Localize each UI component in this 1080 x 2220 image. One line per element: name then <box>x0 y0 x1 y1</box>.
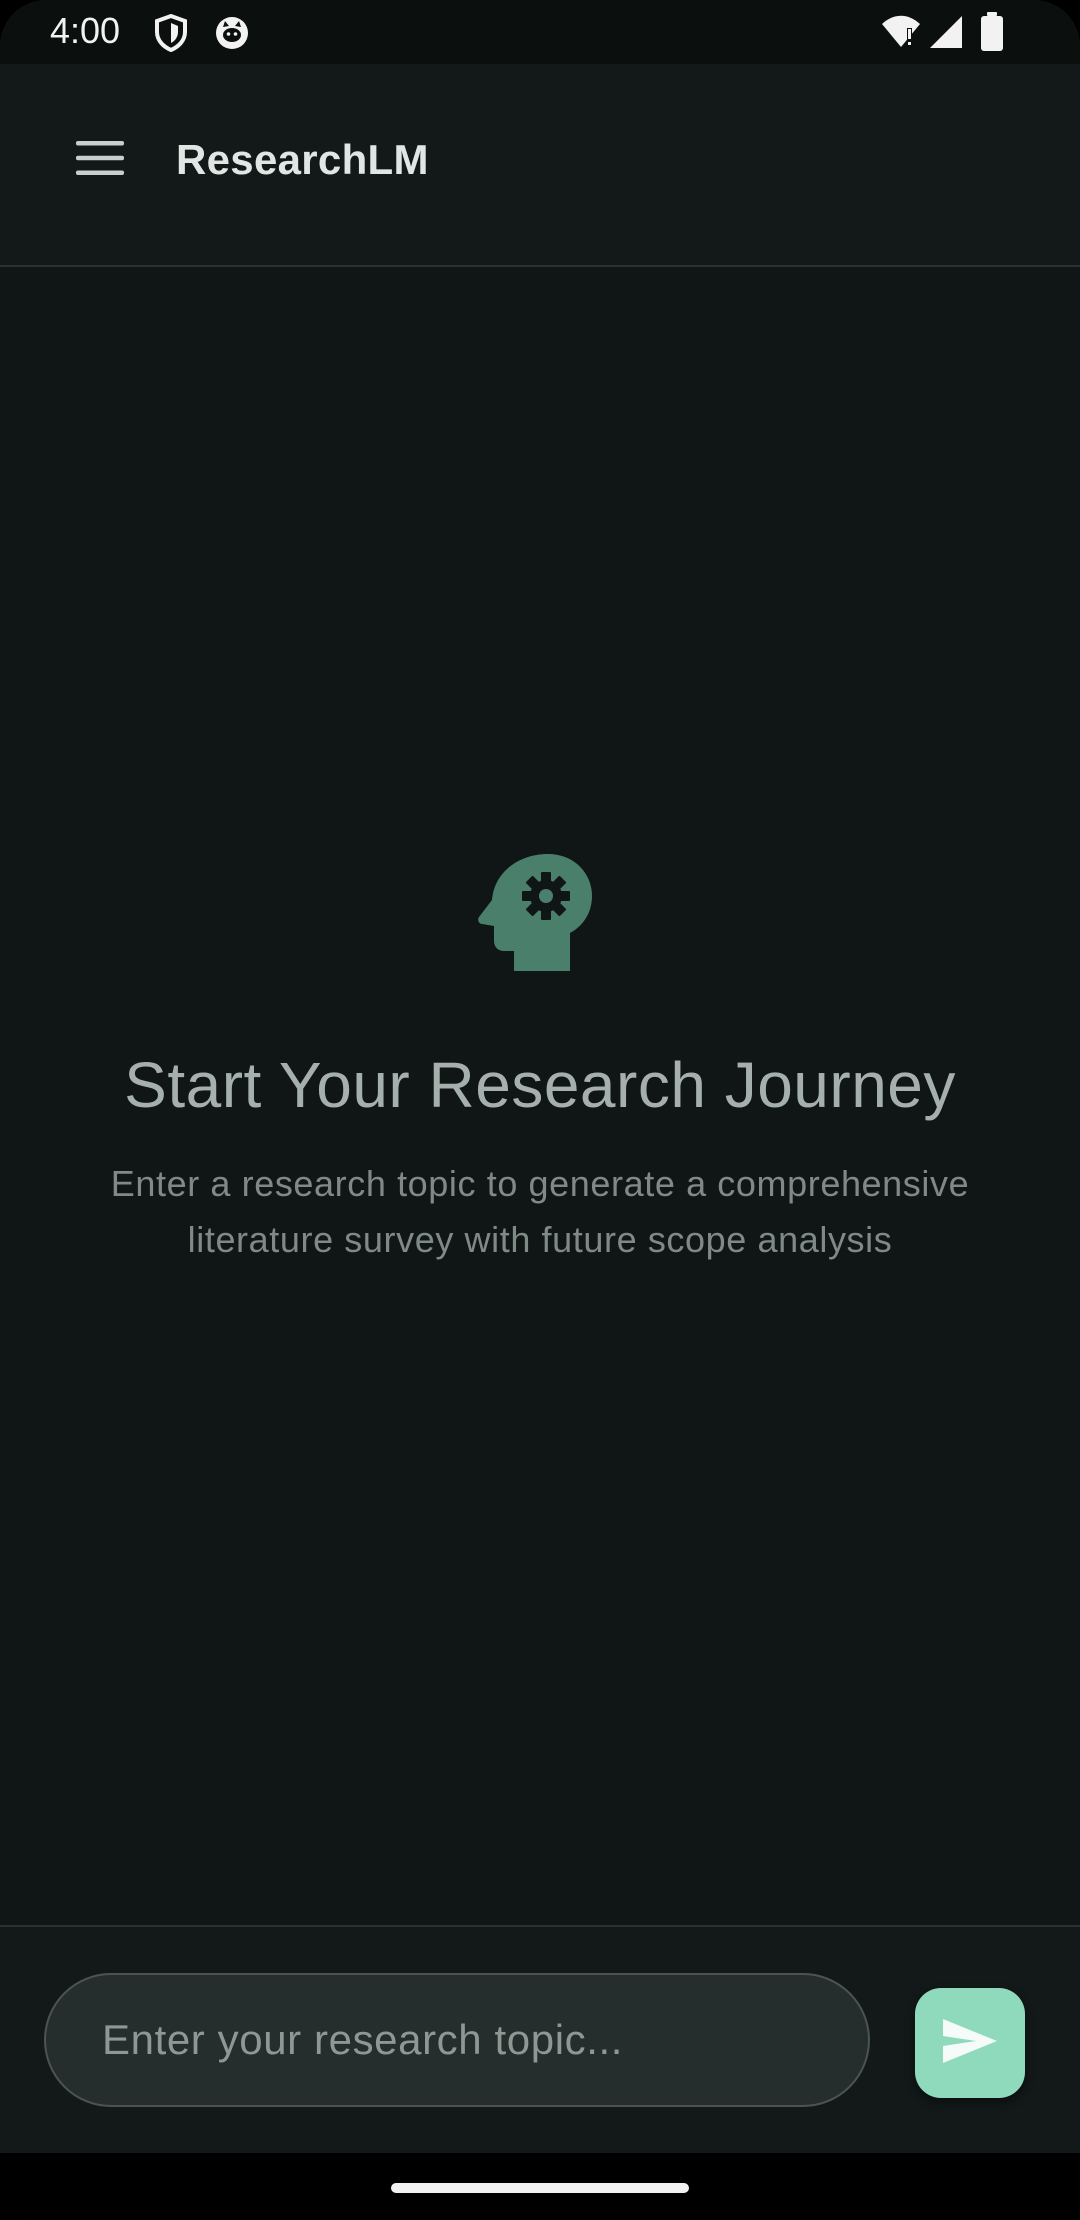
top-app-bar: ResearchLM <box>0 64 1080 267</box>
empty-state-subtitle: Enter a research topic to generate a com… <box>110 1163 970 1260</box>
cat-icon <box>214 15 250 56</box>
battery-icon <box>980 12 1004 57</box>
empty-state-title: Start Your Research Journey <box>124 1049 956 1121</box>
wifi-icon <box>880 14 922 55</box>
send-icon <box>940 2016 1000 2071</box>
hamburger-menu-icon <box>74 139 126 182</box>
menu-button[interactable] <box>62 122 138 198</box>
status-bar: 4:00 <box>0 0 1080 64</box>
home-gesture-handle[interactable] <box>391 2183 689 2193</box>
psychology-head-gear-icon <box>0 840 1080 980</box>
input-bar <box>0 1925 1080 2155</box>
app-screen: 4:00 ResearchLM Start Your Research Jour… <box>0 0 1080 2220</box>
shield-icon <box>154 13 188 57</box>
status-time: 4:00 <box>50 10 121 51</box>
empty-state: Start Your Research Journey Enter a rese… <box>0 840 1080 1268</box>
signal-icon <box>928 14 964 55</box>
system-navigation-bar <box>0 2153 1080 2220</box>
app-title: ResearchLM <box>176 136 429 183</box>
topic-input-container <box>44 1973 870 2107</box>
send-button[interactable] <box>915 1988 1025 2098</box>
research-topic-input[interactable] <box>46 1975 868 2105</box>
